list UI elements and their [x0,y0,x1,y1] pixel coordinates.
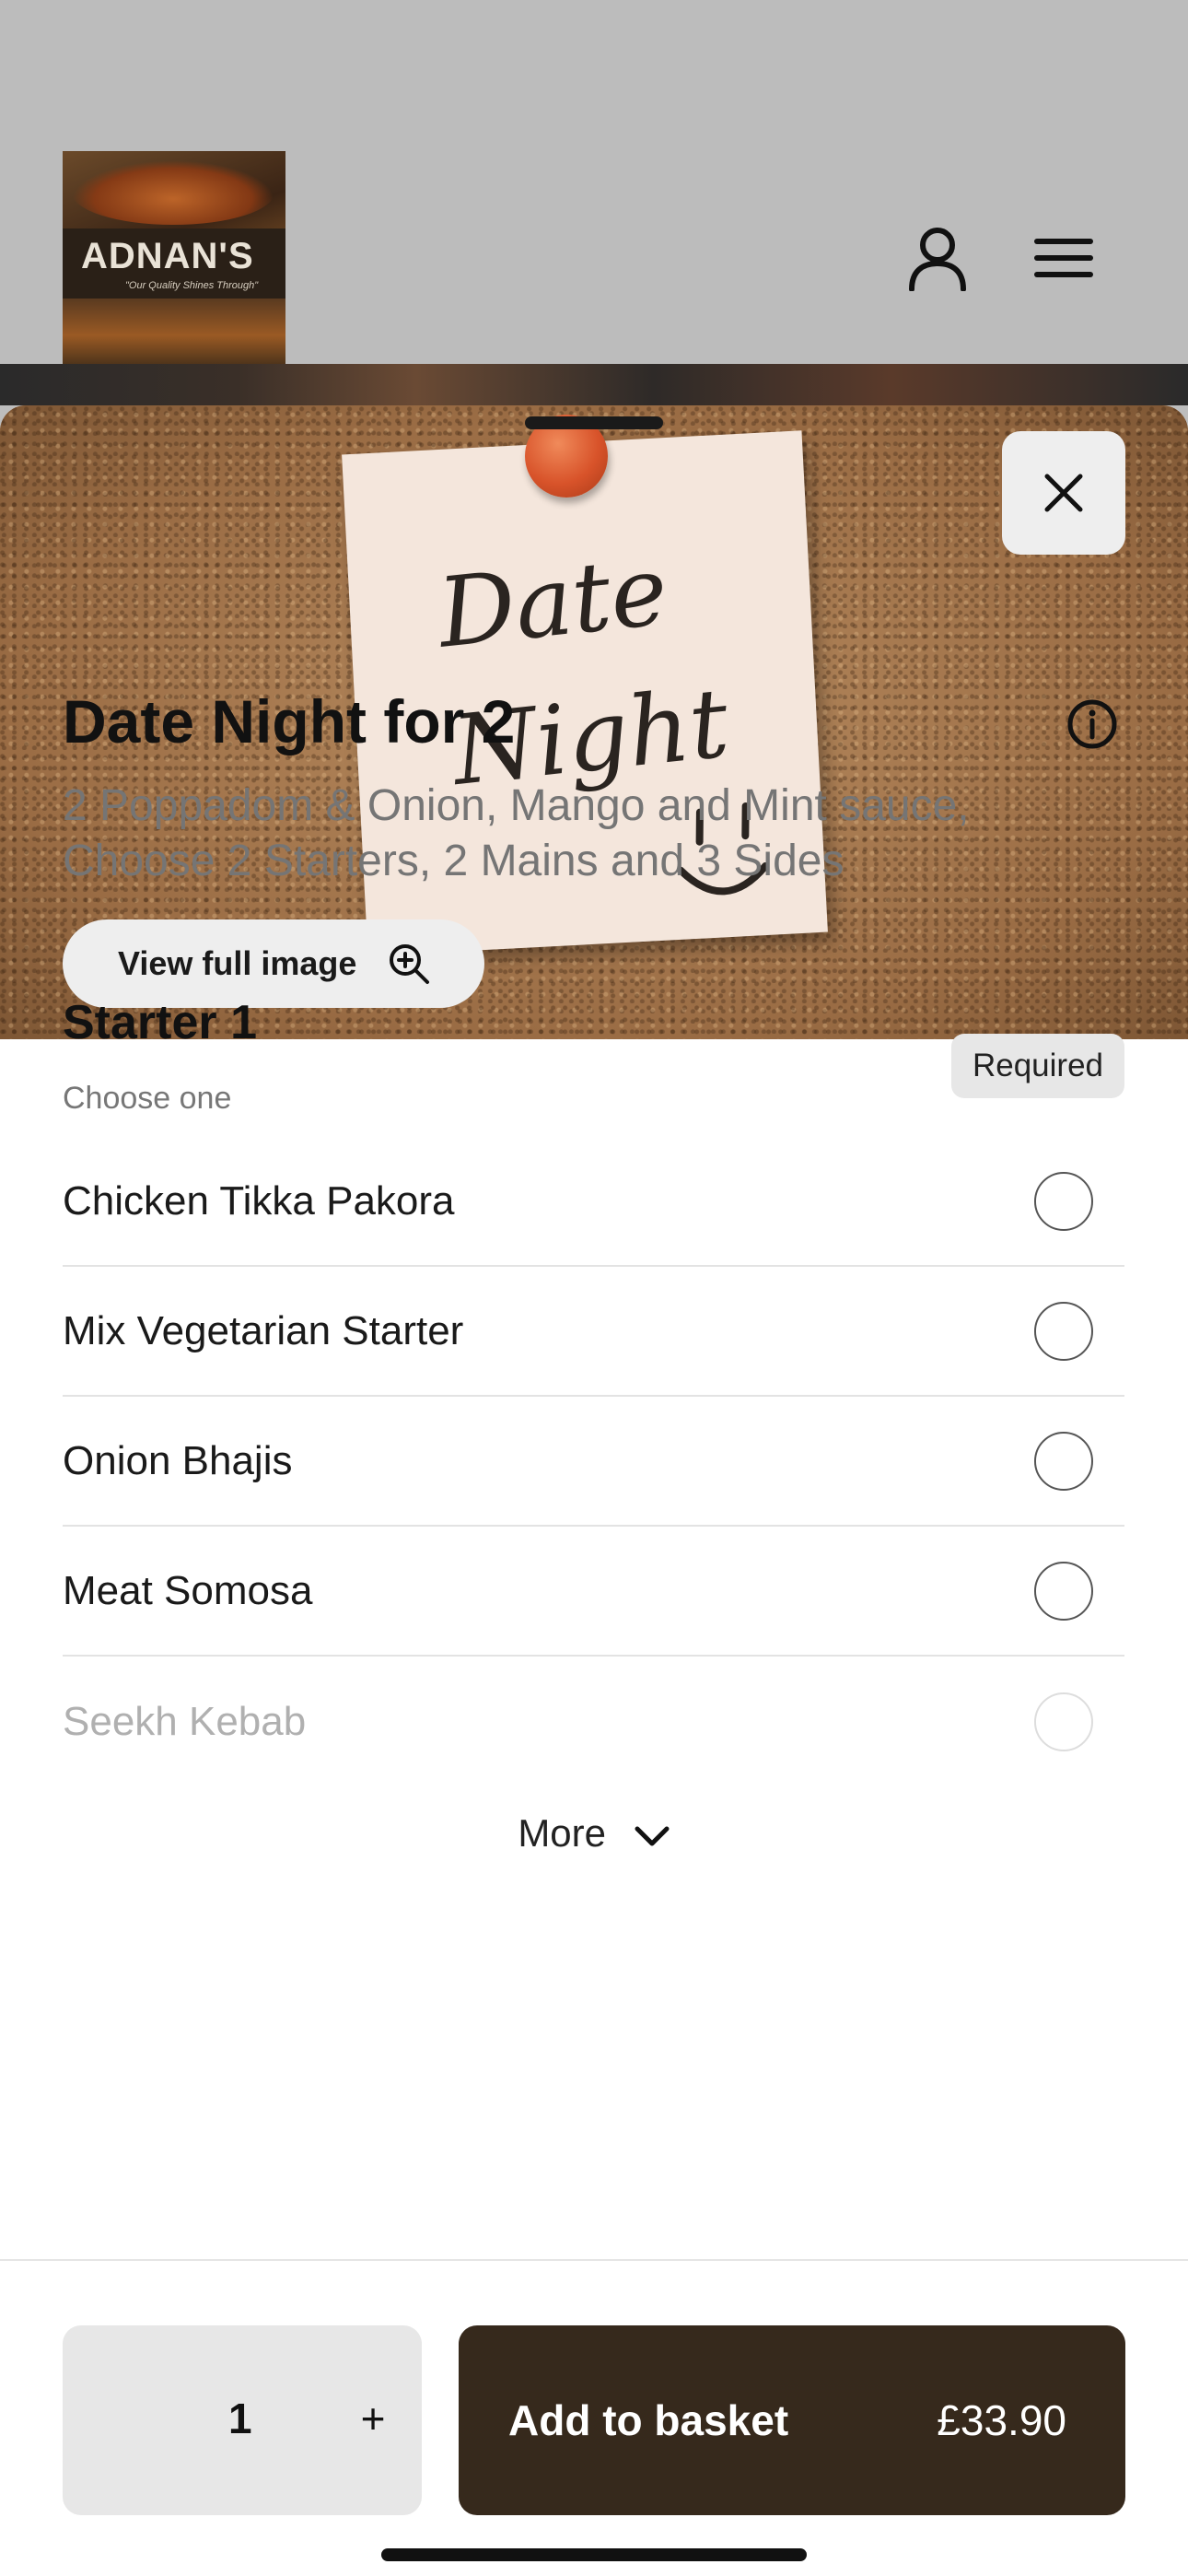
restaurant-logo[interactable]: ADNAN'S "Our Quality Shines Through" [63,151,285,372]
background-food-banner [0,364,1188,405]
option-row[interactable]: Mix Vegetarian Starter [63,1267,1124,1397]
close-icon [1044,474,1083,512]
zoom-in-icon [390,944,430,984]
option-row[interactable]: Seekh Kebab [63,1657,1124,1786]
background-header: ADNAN'S "Our Quality Shines Through" [0,0,1188,372]
option-row[interactable]: Onion Bhajis [63,1397,1124,1527]
radio-button[interactable] [1034,1171,1093,1231]
radio-button[interactable] [1034,1561,1093,1621]
quantity-value: 1 [228,2395,252,2442]
basket-price: £33.90 [937,2396,1066,2444]
info-icon[interactable] [1066,698,1118,750]
increment-button[interactable]: + [341,2386,405,2451]
view-full-image-label: View full image [118,944,357,982]
option-label: Chicken Tikka Pakora [63,1177,455,1224]
logo-brand-text: ADNAN'S [81,236,254,276]
more-options-button[interactable]: More [0,1811,1188,1856]
option-label: Onion Bhajis [63,1437,293,1483]
required-badge: Required [951,1034,1124,1098]
close-button[interactable] [1002,431,1125,555]
logo-food-image-bottom [63,299,285,372]
add-to-basket-button[interactable]: Add to basket £33.90 [459,2325,1125,2515]
item-title: Date Night for 2 [63,687,516,755]
logo-food-image-top [72,160,274,225]
user-icon[interactable] [901,221,974,295]
option-label: Mix Vegetarian Starter [63,1307,464,1353]
option-group-subtitle: Choose one [63,1081,232,1116]
menu-icon[interactable] [1027,221,1101,295]
radio-button[interactable] [1034,1301,1093,1361]
item-description: 2 Poppadom & Onion, Mango and Mint sauce… [63,781,970,885]
option-label: Seekh Kebab [63,1698,307,1744]
option-group-title: Starter 1 [63,996,257,1049]
logo-tagline: "Our Quality Shines Through" [125,280,259,291]
radio-button[interactable] [1034,1692,1093,1751]
add-to-basket-label: Add to basket [508,2396,789,2444]
option-row[interactable]: Meat Somosa [63,1527,1124,1657]
note-text: Date Night [432,516,735,820]
home-indicator[interactable] [381,2548,807,2561]
radio-button[interactable] [1034,1431,1093,1491]
option-row[interactable]: Chicken Tikka Pakora [63,1137,1124,1267]
option-label: Meat Somosa [63,1567,313,1613]
more-label: More [518,1811,607,1855]
sheet-grab-handle[interactable] [525,416,663,429]
option-list: Chicken Tikka Pakora Mix Vegetarian Star… [63,1137,1124,1786]
chevron-down-icon [635,1826,670,1846]
sheet-footer: 1 + Add to basket £33.90 [0,2259,1188,2576]
quantity-stepper: 1 + [63,2325,422,2515]
